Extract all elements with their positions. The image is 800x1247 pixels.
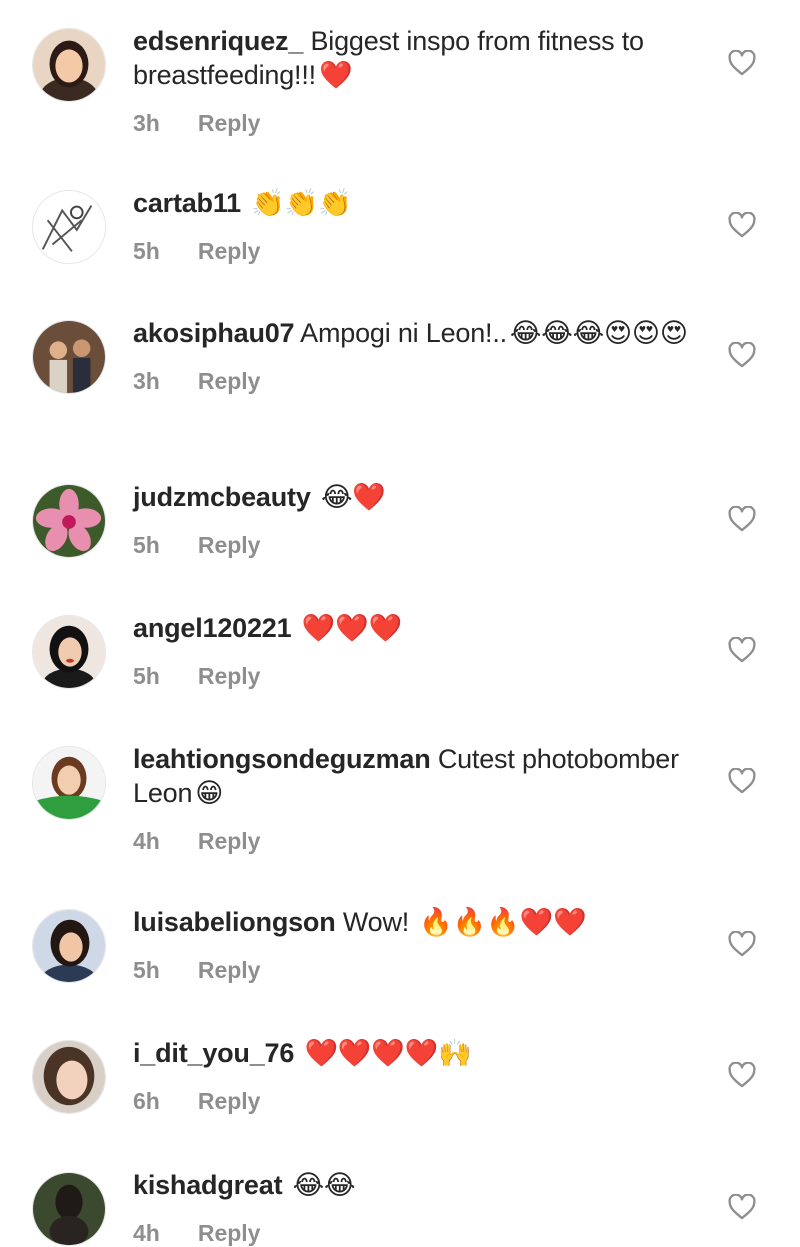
profile-picture-icon [33, 485, 105, 557]
comment-meta: 3h Reply [133, 110, 703, 137]
comment-timestamp: 4h [133, 1220, 160, 1246]
heart-outline-icon[interactable] [728, 342, 756, 368]
comment-username[interactable]: edsenriquez_ [133, 26, 303, 56]
comment-emoji: 😁 [195, 778, 224, 808]
heart-outline-icon[interactable] [728, 50, 756, 76]
profile-picture-icon [33, 1173, 105, 1245]
reply-button[interactable]: Reply [198, 957, 261, 983]
avatar[interactable] [32, 1040, 106, 1114]
heart-outline-icon[interactable] [728, 212, 756, 238]
comment-meta: 5h Reply [133, 957, 703, 984]
heart-outline-icon[interactable] [728, 1194, 756, 1220]
comment-timestamp: 3h [133, 110, 160, 136]
comment-username[interactable]: akosiphau07 [133, 318, 295, 348]
avatar[interactable] [32, 615, 106, 689]
comment-username[interactable]: angel120221 [133, 613, 292, 643]
comment-meta: 5h Reply [133, 663, 703, 690]
comment-timestamp: 5h [133, 957, 160, 983]
comment-timestamp: 6h [133, 1088, 160, 1114]
comment-emoji: 🔥🔥🔥❤️❤️ [419, 907, 587, 937]
comment-text [311, 482, 318, 512]
comment-timestamp: 5h [133, 532, 160, 558]
comment-text [241, 188, 248, 218]
heart-outline-icon[interactable] [728, 506, 756, 532]
comment-text: Ampogi ni Leon!.. [294, 318, 507, 348]
comment-username[interactable]: judzmcbeauty [133, 482, 311, 512]
comment-timestamp: 5h [133, 663, 160, 689]
comment-username[interactable]: leahtiongsondeguzman [133, 744, 431, 774]
reply-button[interactable]: Reply [198, 1088, 261, 1114]
comment-text [291, 613, 298, 643]
profile-picture-icon [33, 747, 105, 819]
comment-emoji: ❤️❤️❤️ [301, 613, 402, 643]
comment-emoji: 😂❤️ [320, 482, 386, 512]
reply-button[interactable]: Reply [198, 663, 261, 689]
reply-button[interactable]: Reply [198, 368, 261, 394]
reply-button[interactable]: Reply [198, 238, 261, 264]
comment-text [294, 1038, 301, 1068]
comment-timestamp: 3h [133, 368, 160, 394]
avatar[interactable] [32, 320, 106, 394]
comment-username[interactable]: kishadgreat [133, 1170, 283, 1200]
comment-text [282, 1170, 289, 1200]
comment-meta: 4h Reply [133, 1220, 703, 1247]
heart-outline-icon[interactable] [728, 637, 756, 663]
avatar[interactable] [32, 909, 106, 983]
comment-meta: 3h Reply [133, 368, 703, 395]
comment-meta: 4h Reply [133, 828, 703, 855]
comment-emoji: 😂😂😂😍😍😍 [509, 318, 688, 348]
reply-button[interactable]: Reply [198, 110, 261, 136]
avatar[interactable] [32, 1172, 106, 1246]
comment-emoji: ❤️ [318, 60, 353, 90]
profile-picture-icon [33, 321, 105, 393]
heart-outline-icon[interactable] [728, 1062, 756, 1088]
profile-picture-icon [33, 910, 105, 982]
comment-text: Wow! [335, 907, 417, 937]
comment-timestamp: 5h [133, 238, 160, 264]
avatar[interactable] [32, 190, 106, 264]
profile-picture-icon [33, 1041, 105, 1113]
comment-meta: 5h Reply [133, 532, 703, 559]
comment-timestamp: 4h [133, 828, 160, 854]
comment-username[interactable]: i_dit_you_76 [133, 1038, 294, 1068]
heart-outline-icon[interactable] [728, 931, 756, 957]
avatar[interactable] [32, 484, 106, 558]
reply-button[interactable]: Reply [198, 1220, 261, 1246]
avatar[interactable] [32, 746, 106, 820]
reply-button[interactable]: Reply [198, 828, 261, 854]
heart-outline-icon[interactable] [728, 768, 756, 794]
comment-emoji: 👏👏👏 [251, 188, 352, 218]
reply-button[interactable]: Reply [198, 532, 261, 558]
profile-picture-icon [33, 29, 105, 101]
comment-emoji: ❤️❤️❤️❤️🙌 [304, 1038, 472, 1068]
avatar[interactable] [32, 28, 106, 102]
comment-meta: 6h Reply [133, 1088, 703, 1115]
comment-emoji: 😂😂 [292, 1170, 356, 1200]
comment-username[interactable]: cartab11 [133, 188, 241, 218]
profile-picture-icon [33, 616, 105, 688]
comment-meta: 5h Reply [133, 238, 703, 265]
profile-picture-icon [33, 191, 105, 263]
comment-list: edsenriquez_ Biggest inspo from fitness … [0, 0, 800, 1246]
comment-username[interactable]: luisabeliongson [133, 907, 336, 937]
